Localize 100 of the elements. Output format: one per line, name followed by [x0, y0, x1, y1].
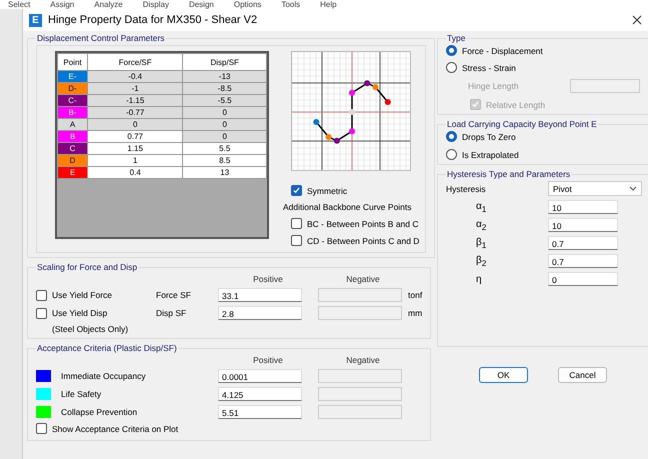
table-cell[interactable]: -13 [182, 70, 266, 82]
checkbox[interactable] [36, 290, 47, 300]
table-cell[interactable]: -0.4 [88, 70, 183, 82]
checkbox-label: Show Acceptance Criteria on Plot [52, 424, 178, 434]
close-icon[interactable] [632, 15, 642, 25]
table-cell[interactable]: 0.4 [88, 166, 183, 178]
checkbox[interactable] [36, 423, 47, 434]
input-field[interactable] [318, 369, 402, 383]
table-cell[interactable]: -1.15 [88, 94, 183, 106]
input-field[interactable]: 0.7 [548, 236, 618, 250]
point-cell: C [58, 142, 88, 154]
table-cell[interactable]: 0 [182, 106, 266, 118]
parameter-symbol: α$_{1}$ [476, 200, 488, 214]
section-label: Additional Backbone Curve Points [283, 202, 413, 212]
field-label: Force SF [156, 290, 192, 300]
radio-label: Force - Displacement [462, 46, 543, 56]
point-cell: D [58, 154, 88, 166]
input-field[interactable]: 2.8 [218, 306, 302, 320]
radio-button[interactable] [446, 149, 457, 160]
point-cell: E- [58, 70, 88, 82]
criteria-label: Collapse Prevention [61, 407, 138, 417]
table-cell[interactable]: 0 [182, 130, 266, 142]
input-field[interactable]: 0.7 [548, 254, 618, 268]
menu-item[interactable]: Assign [50, 0, 74, 9]
radio-button[interactable] [446, 62, 457, 73]
input-field[interactable]: 33.1 [218, 288, 302, 302]
column-header: Positive [252, 355, 284, 365]
column-header: Point [58, 54, 88, 70]
radio-label: Is Extrapolated [462, 150, 519, 160]
parameter-symbol: β$_{2}$ [476, 254, 488, 268]
checkbox-label: CD - Between Points C and D [307, 236, 420, 246]
note-text: (Steel Objects Only) [52, 324, 130, 334]
group-title: Type [446, 33, 466, 43]
checkbox-label: Use Yield Force [52, 290, 112, 300]
dialog-button[interactable]: OK [479, 367, 528, 383]
parameter-symbol: β$_{1}$ [476, 236, 488, 250]
table-cell[interactable]: 1 [88, 154, 183, 166]
unit-label: mm [408, 308, 422, 318]
input-field[interactable]: 0 [548, 272, 618, 286]
group-title: Displacement Control Parameters [36, 33, 166, 43]
point-cell: C- [58, 94, 88, 106]
input-field[interactable]: 0.0001 [218, 369, 302, 383]
table-cell[interactable]: -5.5 [182, 94, 266, 106]
input-field[interactable] [318, 306, 402, 320]
table-cell[interactable]: 1.15 [88, 142, 183, 154]
column-header: Positive [252, 274, 284, 284]
table-cell[interactable]: 13 [182, 166, 266, 178]
chevron-down-icon [629, 186, 637, 191]
checkbox[interactable] [291, 235, 302, 246]
input-field[interactable] [318, 288, 402, 302]
table-cell[interactable]: 0.77 [88, 130, 183, 142]
input-field[interactable]: 10 [548, 218, 618, 232]
checkbox[interactable] [291, 218, 302, 229]
column-header: Negative [345, 355, 381, 365]
point-cell: B [58, 130, 88, 142]
checkbox-label: Use Yield Disp [52, 308, 108, 318]
menu-item[interactable]: Design [188, 0, 214, 9]
input-field[interactable] [318, 387, 402, 401]
radio-label: Drops To Zero [462, 132, 516, 142]
radio-button[interactable] [446, 131, 457, 142]
menu-item[interactable]: Display [142, 0, 169, 9]
group-title: Acceptance Criteria (Plastic Disp/SF) [36, 343, 178, 353]
input-field[interactable]: 10 [548, 200, 618, 214]
input-field[interactable] [570, 79, 640, 93]
table-cell[interactable]: -1 [88, 82, 183, 94]
column-header: Negative [345, 274, 381, 284]
table-cell[interactable]: 0 [182, 118, 266, 130]
table-cell[interactable]: -8.5 [182, 82, 266, 94]
field-label: Disp SF [156, 308, 188, 318]
checkbox-label: Symmetric [307, 186, 348, 196]
input-field[interactable] [318, 405, 402, 419]
menu-item[interactable]: Tools [281, 0, 300, 9]
app-logo-icon: E [29, 14, 42, 26]
dialog-button[interactable]: Cancel [558, 367, 607, 383]
column-header: Force/SF [88, 54, 183, 70]
radio-button[interactable] [446, 45, 457, 56]
table-cell[interactable]: 0 [88, 118, 183, 130]
menu-item[interactable]: Analyze [94, 0, 123, 9]
table-cell[interactable]: 5.5 [182, 142, 266, 154]
menu-item[interactable]: Options [234, 0, 262, 9]
hysteresis-dropdown[interactable]: Pivot [548, 181, 642, 196]
checkbox[interactable] [36, 308, 47, 318]
menu-item[interactable]: Help [320, 0, 337, 9]
input-field[interactable]: 5.51 [218, 405, 302, 419]
criteria-label: Life Safety [61, 389, 102, 399]
input-field[interactable]: 4.125 [218, 387, 302, 401]
radio-label: Stress - Strain [462, 62, 516, 72]
parameter-symbol: η [476, 274, 483, 284]
field-label: Hinge Length [468, 81, 519, 91]
menu-item[interactable]: Select [8, 0, 30, 9]
table-cell[interactable]: 8.5 [182, 154, 266, 166]
group-title: Scaling for Force and Disp [36, 262, 138, 272]
criteria-label: Immediate Occupancy [61, 371, 147, 381]
field-label: Hysteresis [446, 184, 487, 194]
table-cell[interactable]: -0.77 [88, 106, 183, 118]
group-title: Hysteresis Type and Parameters [446, 169, 572, 179]
checkbox[interactable] [291, 185, 302, 196]
checkbox-label: Relative Length [486, 100, 546, 110]
group-title: Load Carrying Capacity Beyond Point E [446, 119, 598, 129]
column-header: Disp/SF [182, 54, 266, 70]
